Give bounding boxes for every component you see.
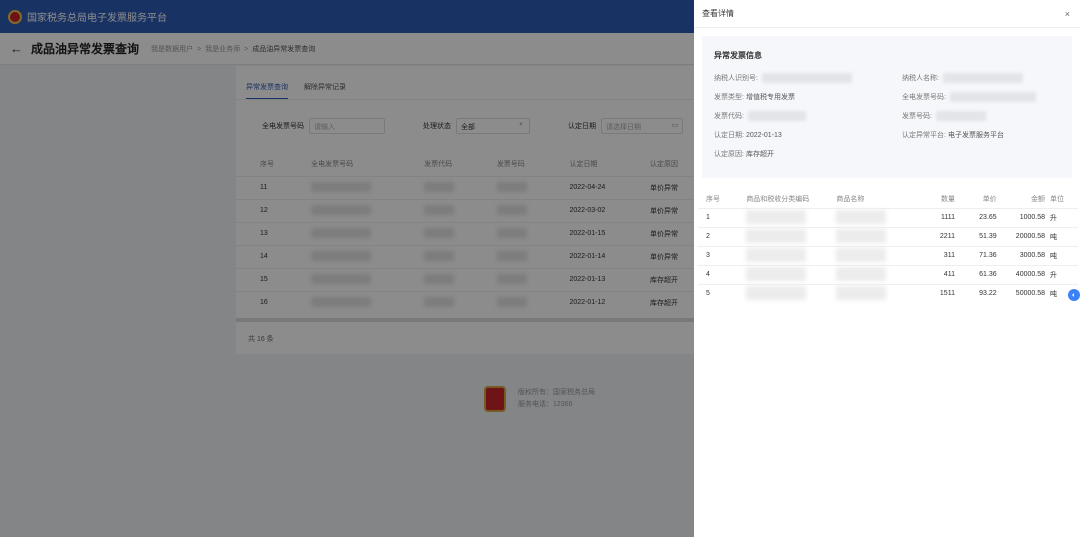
row-seq: 1 — [698, 207, 747, 227]
redacted-value — [761, 73, 852, 83]
goods-table: 序号 商品和税收分类编码 商品名称 数量 单价 金额 单位 1 1111 23.… — [698, 190, 1078, 303]
redacted-value — [747, 111, 806, 121]
redacted-cell — [836, 247, 887, 262]
section-title: 异常发票信息 — [714, 51, 762, 60]
row-unit: 升 — [1045, 264, 1078, 284]
column-header: 单位 — [1050, 195, 1064, 203]
field-label: 认定日期: — [714, 132, 744, 139]
column-header: 序号 — [706, 195, 720, 203]
field-label: 认定异常平台: — [902, 132, 946, 139]
row-unit: 升 — [1045, 207, 1078, 227]
field-value: 库存超开 — [745, 151, 774, 158]
date-field: 认定日期: 2022-01-13 — [714, 130, 902, 140]
invoice-info-section: 异常发票信息 纳税人识别号: 纳税人名称: 发票类型: 增值税专用发票 全电发票… — [702, 36, 1072, 178]
field-label: 纳税人名称: — [902, 75, 939, 82]
table-row: 1 1111 23.65 1000.58 升 — [698, 207, 1078, 227]
row-amount: 40000.58 — [996, 264, 1045, 284]
row-amount: 20000.58 — [996, 226, 1045, 246]
row-qty: 2211 — [908, 226, 955, 246]
row-seq: 2 — [698, 226, 747, 246]
row-seq: 5 — [698, 283, 747, 303]
row-price: 93.22 — [954, 283, 997, 303]
redacted-cell — [836, 209, 887, 224]
row-qty: 411 — [908, 264, 955, 284]
field-label: 发票类型: — [714, 94, 744, 101]
row-price: 51.39 — [954, 226, 997, 246]
invoice-number-field: 发票号码: — [902, 111, 1078, 121]
taxpayer-name-field: 纳税人名称: — [902, 73, 1078, 83]
field-value: 电子发票服务平台 — [947, 132, 1004, 139]
row-qty: 1511 — [908, 283, 955, 303]
drawer-title: 查看详情 — [702, 9, 734, 18]
redacted-cell — [746, 209, 807, 224]
redacted-cell — [836, 266, 887, 281]
row-unit: 吨 — [1045, 245, 1078, 265]
column-header: 商品和税收分类编码 — [746, 195, 810, 203]
redacted-cell — [746, 285, 807, 300]
field-value: 增值税专用发票 — [745, 94, 795, 101]
einvoice-no-field: 全电发票号码: — [902, 92, 1078, 102]
platform-field: 认定异常平台: 电子发票服务平台 — [902, 130, 1078, 140]
field-label: 纳税人识别号: — [714, 75, 758, 82]
taxpayer-id-field: 纳税人识别号: — [714, 73, 902, 83]
field-label: 发票代码: — [714, 113, 744, 120]
redacted-value — [949, 92, 1036, 102]
redacted-cell — [836, 228, 887, 243]
invoice-code-field: 发票代码: — [714, 111, 902, 121]
headset-icon[interactable]: ◐ — [1068, 289, 1080, 301]
row-amount: 3000.58 — [996, 245, 1045, 265]
drawer-header: 查看详情 × — [694, 0, 1080, 28]
field-label: 全电发票号码: — [902, 94, 946, 101]
row-seq: 3 — [698, 245, 747, 265]
row-price: 71.36 — [954, 245, 997, 265]
redacted-cell — [746, 266, 807, 281]
field-value: 2022-01-13 — [745, 131, 782, 139]
table-row: 5 1511 93.22 50000.58 吨 — [698, 283, 1078, 303]
redacted-cell — [746, 228, 807, 243]
column-header: 金额 — [1031, 195, 1045, 203]
invoice-type-field: 发票类型: 增值税专用发票 — [714, 92, 902, 102]
close-icon[interactable]: × — [1065, 9, 1070, 19]
redacted-cell — [746, 247, 807, 262]
table-row: 4 411 61.36 40000.58 升 — [698, 264, 1078, 284]
row-qty: 1111 — [908, 207, 955, 227]
field-label: 认定原因: — [714, 151, 744, 158]
detail-drawer: 查看详情 × 异常发票信息 纳税人识别号: 纳税人名称: 发票类型: 增值税专用… — [694, 0, 1080, 537]
row-qty: 311 — [908, 245, 955, 265]
row-seq: 4 — [698, 264, 747, 284]
reason-field: 认定原因: 库存超开 — [714, 149, 902, 159]
redacted-cell — [836, 285, 887, 300]
column-header: 单价 — [982, 195, 997, 203]
row-amount: 1000.58 — [996, 207, 1045, 227]
redacted-value — [942, 73, 1023, 83]
column-header: 数量 — [940, 195, 955, 203]
row-amount: 50000.58 — [996, 283, 1045, 303]
row-unit: 吨 — [1045, 226, 1078, 246]
row-price: 23.65 — [954, 207, 997, 227]
table-row: 2 2211 51.39 20000.58 吨 — [698, 226, 1078, 246]
row-price: 61.36 — [954, 264, 997, 284]
modal-overlay[interactable] — [0, 0, 694, 537]
table-row: 3 311 71.36 3000.58 吨 — [698, 245, 1078, 265]
field-label: 发票号码: — [902, 113, 932, 120]
redacted-value — [935, 111, 986, 121]
column-header: 商品名称 — [836, 195, 865, 203]
